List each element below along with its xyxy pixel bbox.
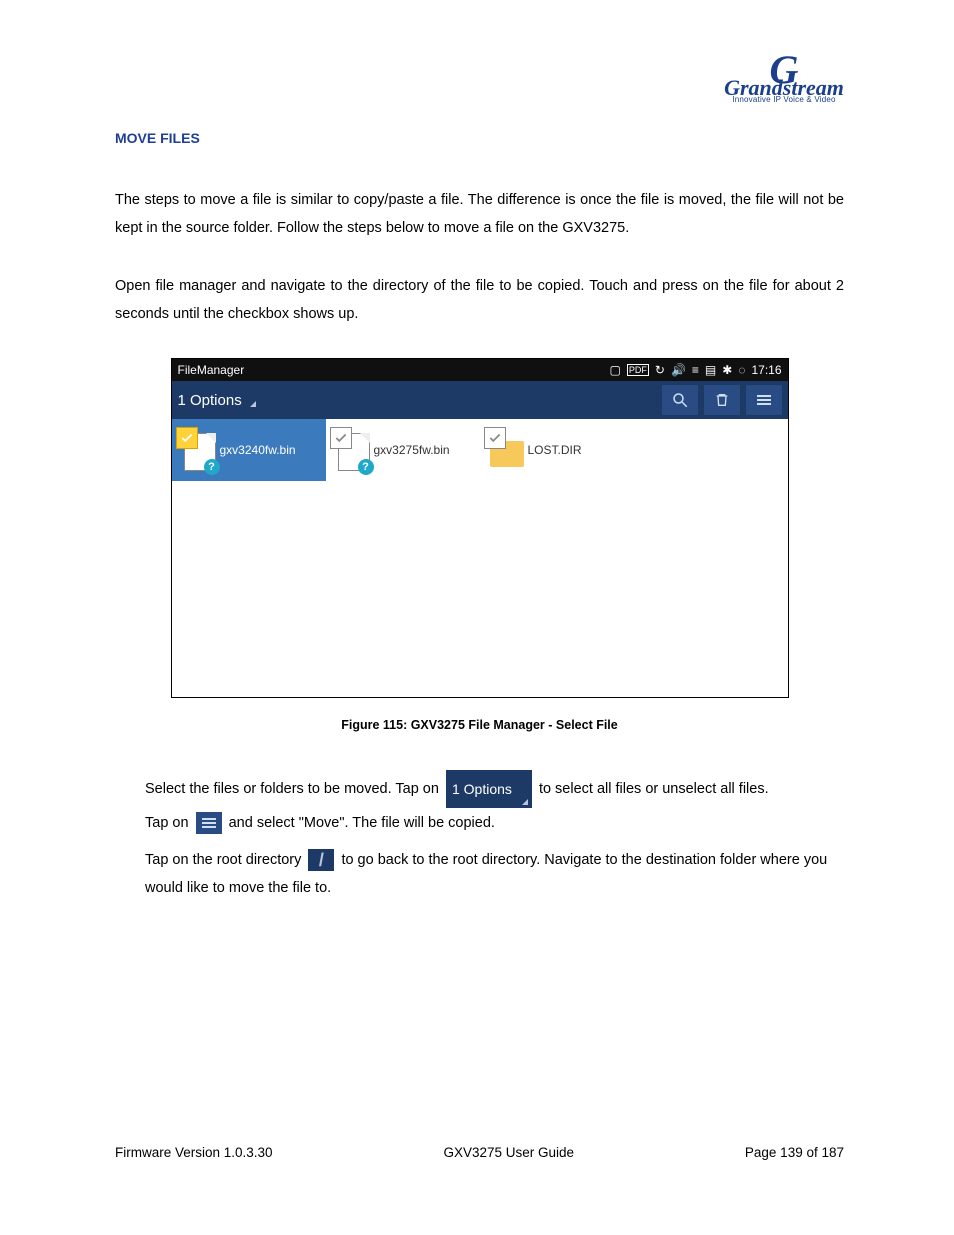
section-heading: MOVE FILES: [115, 130, 844, 146]
step-3: Tap on and select "Move". The file will …: [145, 806, 844, 840]
file-item[interactable]: ? gxv3275fw.bin: [326, 419, 480, 481]
brand-logo-text: GGrandstream: [714, 55, 854, 97]
menu-icon: [757, 395, 771, 405]
embedded-screenshot: FileManager ▢ PDF ↻ 🔊 ≡ ▤ ✱ ◌ 17:16 1 Op…: [171, 358, 789, 698]
app-title: FileManager: [178, 363, 610, 377]
gps-icon: ◌: [738, 363, 745, 377]
footer-page-number: Page 139 of 187: [745, 1145, 844, 1160]
step-2-text-b: to select all files or unselect all file…: [539, 781, 769, 797]
file-item[interactable]: ? gxv3240fw.bin: [172, 419, 326, 481]
pdf-icon: PDF: [627, 364, 649, 376]
footer-doc-title: GXV3275 User Guide: [443, 1145, 574, 1160]
file-icon-container: [486, 429, 524, 471]
footer-firmware: Firmware Version 1.0.3.30: [115, 1145, 273, 1160]
empty-area: [172, 481, 788, 697]
file-item[interactable]: LOST.DIR: [480, 419, 634, 481]
network-icon: ≡: [692, 363, 699, 377]
delete-button[interactable]: [704, 385, 740, 415]
doc-icon: ▤: [705, 363, 716, 377]
step-1-text: Open file manager and navigate to the di…: [115, 272, 844, 328]
clock-text: 17:16: [751, 363, 781, 377]
step-2: Select the files or folders to be moved.…: [145, 772, 844, 806]
step-4: Tap on the root directory / to go back t…: [145, 846, 844, 902]
check-icon: [488, 431, 502, 445]
file-manager-toolbar: 1 Options: [172, 381, 788, 419]
menu-button[interactable]: [746, 385, 782, 415]
picture-icon: ▢: [610, 363, 621, 377]
options-chip-label: 1 Options: [446, 770, 532, 808]
volume-icon: 🔊: [671, 363, 686, 377]
intro-paragraph: The steps to move a file is similar to c…: [115, 186, 844, 242]
document-page: GGrandstream Innovative IP Voice & Video…: [0, 0, 954, 1235]
file-icon-container: ?: [178, 429, 216, 471]
unknown-type-badge: ?: [204, 459, 220, 475]
options-label: 1 Options: [178, 392, 242, 409]
brand-logo-tagline: Innovative IP Voice & Video: [714, 95, 854, 104]
file-name: gxv3240fw.bin: [220, 443, 296, 457]
step-4-text-a: Tap on the root directory: [145, 852, 301, 868]
sync-icon: ↻: [655, 363, 665, 377]
file-icon-container: ?: [332, 429, 370, 471]
step-3-text-b: and select "Move". The file will be copi…: [229, 815, 495, 831]
step-3-text-a: Tap on: [145, 815, 189, 831]
file-grid: ? gxv3240fw.bin ? gxv3275fw.bin: [172, 419, 788, 481]
check-icon: [180, 431, 194, 445]
unknown-type-badge: ?: [358, 459, 374, 475]
page-footer: Firmware Version 1.0.3.30 GXV3275 User G…: [115, 1145, 844, 1160]
file-checkbox[interactable]: [176, 427, 198, 449]
body-text: The steps to move a file is similar to c…: [115, 186, 844, 328]
search-button[interactable]: [662, 385, 698, 415]
options-chip[interactable]: 1 Options: [446, 777, 532, 801]
menu-chip-icon: [196, 812, 222, 834]
root-chip[interactable]: /: [308, 848, 334, 872]
file-checkbox[interactable]: [484, 427, 506, 449]
file-name: gxv3275fw.bin: [374, 443, 450, 457]
figure-caption: Figure 115: GXV3275 File Manager - Selec…: [115, 718, 844, 732]
status-icons-group: ▢ PDF ↻ 🔊 ≡ ▤ ✱ ◌ 17:16: [610, 363, 782, 377]
file-checkbox[interactable]: [330, 427, 352, 449]
menu-chip[interactable]: [196, 811, 222, 835]
search-icon: [671, 391, 689, 409]
options-dropdown[interactable]: 1 Options: [178, 392, 256, 409]
trash-icon: [714, 391, 730, 409]
step-2-text-a: Select the files or folders to be moved.…: [145, 781, 439, 797]
file-name: LOST.DIR: [528, 443, 582, 457]
bluetooth-icon: ✱: [722, 363, 732, 377]
brand-logo: GGrandstream Innovative IP Voice & Video: [714, 55, 854, 104]
root-chip-glyph: /: [308, 849, 334, 871]
android-statusbar: FileManager ▢ PDF ↻ 🔊 ≡ ▤ ✱ ◌ 17:16: [172, 359, 788, 381]
check-icon: [334, 431, 348, 445]
